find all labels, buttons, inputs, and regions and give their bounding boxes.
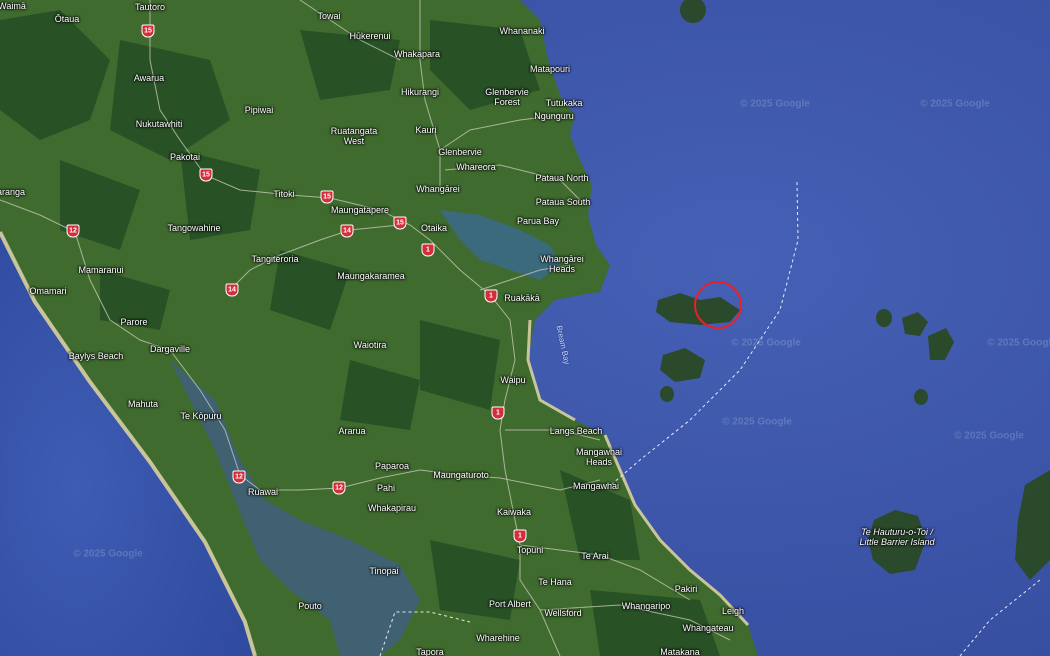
route-shield: 14 [225,283,239,297]
route-shield: 14 [340,224,354,238]
mokohinau-4 [914,389,928,405]
place-label[interactable]: Whananaki [499,26,544,36]
place-label[interactable]: Maungaturoto [433,470,489,480]
place-label[interactable]: Whangārei [416,184,460,194]
route-shield: 12 [232,470,246,484]
place-label[interactable]: Pouto [298,601,322,611]
place-label[interactable]: Whareora [456,162,496,172]
highlight-circle-marker[interactable] [694,281,742,329]
place-label[interactable]: Paparoa [375,461,409,471]
place-label[interactable]: Pataua South [536,197,591,207]
place-label[interactable]: Otaika [421,223,447,233]
place-label[interactable]: Tapora [416,647,444,656]
map-watermark: © 2025 Google [722,416,792,428]
place-label[interactable]: Baylys Beach [69,351,124,361]
route-shield: 1 [484,289,498,303]
place-label[interactable]: Pahi [377,483,395,493]
place-label[interactable]: Mamaranui [78,265,123,275]
place-label[interactable]: Te Kōpuru [180,411,221,421]
place-label[interactable]: Pipiwai [245,105,274,115]
place-label[interactable]: Ngunguru [534,111,574,121]
place-label[interactable]: Maungakaramea [337,271,405,281]
place-label[interactable]: Te Arai [581,551,609,561]
map-watermark: © 2025 Google [987,337,1050,349]
place-label[interactable]: Wharehine [476,633,520,643]
place-label[interactable]: Langs Beach [550,426,603,436]
route-shield: 12 [332,481,346,495]
place-label[interactable]: Leigh [722,606,744,616]
place-label[interactable]: Pakiri [675,584,698,594]
place-label[interactable]: Ōtaua [55,14,80,24]
place-label[interactable]: Port Albert [489,599,531,609]
place-label-island[interactable]: Te Hauturu-o-Toi / Little Barrier Island [857,527,937,547]
place-label[interactable]: Tangiteroria [251,254,298,264]
place-label[interactable]: Tautoro [135,2,165,12]
place-label[interactable]: Tutukaka [546,98,583,108]
map-watermark: © 2025 Google [73,548,143,560]
route-shield: 1 [421,243,435,257]
place-label[interactable]: Wellsford [544,608,581,618]
place-label[interactable]: Ruawai [248,487,278,497]
place-label[interactable]: Kaiwaka [497,507,531,517]
place-label[interactable]: Tinopai [369,566,398,576]
route-shield: 15 [320,190,334,204]
place-label[interactable]: Maungatapere [331,205,389,215]
place-label[interactable]: Hikurangi [401,87,439,97]
mokohinau-1 [876,309,892,327]
place-label[interactable]: Mahuta [128,399,158,409]
place-label[interactable]: Waipu [500,375,525,385]
place-label[interactable]: Matapouri [530,64,570,74]
route-shield: 15 [199,168,213,182]
place-label[interactable]: Matakana [660,647,700,656]
place-label[interactable]: Kauri [415,125,436,135]
route-shield: 1 [491,406,505,420]
route-shield: 15 [141,24,155,38]
place-label[interactable]: Hūkerenui [349,31,390,41]
place-label[interactable]: Towai [317,11,340,21]
place-label[interactable]: Waimā [0,1,26,11]
place-label[interactable]: Nukutawhiti [136,119,183,129]
map-watermark: © 2025 Google [740,98,810,110]
place-label[interactable]: Parua Bay [517,216,559,226]
place-label[interactable]: Whakapirau [368,503,416,513]
place-label[interactable]: Whangārei Heads [531,254,593,274]
place-label[interactable]: Whangaripo [622,601,671,611]
route-shield: 12 [66,224,80,238]
place-label[interactable]: Titoki [273,189,294,199]
route-shield: 15 [393,216,407,230]
place-label[interactable]: Waiotira [354,340,387,350]
place-label[interactable]: Ararua [338,426,365,436]
place-label[interactable]: Tangowahine [167,223,220,233]
place-label[interactable]: Omamari [29,286,66,296]
map-watermark: © 2025 Google [920,98,990,110]
place-label[interactable]: Mangawhai [573,481,619,491]
place-label[interactable]: Dargaville [150,344,190,354]
map-watermark: © 2025 Google [731,337,801,349]
place-label[interactable]: Te Hana [538,577,572,587]
map-watermark: © 2025 Google [954,430,1024,442]
place-label[interactable]: Glenbervie Forest [476,87,538,107]
place-label[interactable]: Whangateau [682,623,733,633]
satellite-map[interactable]: © 2025 Google © 2025 Google © 2025 Googl… [0,0,1050,656]
place-label[interactable]: aranga [0,187,25,197]
place-label[interactable]: Pataua North [535,173,588,183]
place-label[interactable]: Awarua [134,73,164,83]
place-label[interactable]: Ruatangata West [323,126,385,146]
place-label[interactable]: Topuni [517,545,544,555]
place-label[interactable]: Pakotai [170,152,200,162]
route-shield: 1 [513,529,527,543]
place-label[interactable]: Glenbervie [438,147,482,157]
chicken-island-2 [660,386,674,402]
place-label[interactable]: Mangawhai Heads [568,447,630,467]
place-label[interactable]: Parore [120,317,147,327]
place-label[interactable]: Whakapara [394,49,440,59]
place-label[interactable]: Ruakākā [504,293,540,303]
